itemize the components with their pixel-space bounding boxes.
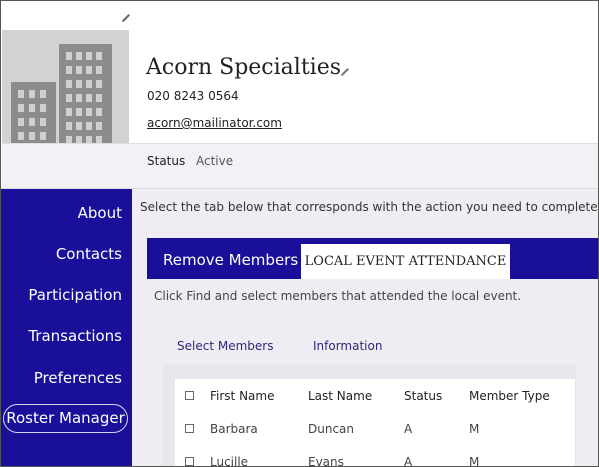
- cell-status: A: [404, 422, 413, 436]
- sidebar-item-transactions[interactable]: Transactions: [28, 327, 122, 345]
- sidebar-item-preferences[interactable]: Preferences: [34, 369, 122, 387]
- tab-bar: Remove Members LOCAL EVENT ATTENDANCE: [147, 238, 599, 279]
- cell-status: A: [404, 455, 413, 467]
- sidebar-item-roster-manager[interactable]: Roster Manager: [3, 404, 128, 433]
- subtab-information[interactable]: Information: [313, 339, 382, 353]
- status-bar: Status Active: [2, 143, 599, 189]
- sidebar: About Contacts Participation Transaction…: [1, 189, 132, 466]
- org-name: Acorn Specialties: [146, 55, 342, 80]
- select-all-checkbox[interactable]: [185, 391, 194, 400]
- pencil-icon[interactable]: [120, 12, 132, 24]
- sidebar-item-about[interactable]: About: [78, 204, 122, 222]
- row-checkbox[interactable]: [185, 457, 194, 466]
- sidebar-item-contacts[interactable]: Contacts: [56, 245, 122, 263]
- column-header-first-name[interactable]: First Name: [210, 389, 274, 403]
- cell-member-type: M: [469, 422, 480, 436]
- column-header-member-type[interactable]: Member Type: [469, 389, 550, 403]
- column-header-last-name[interactable]: Last Name: [308, 389, 372, 403]
- members-table-container: First Name Last Name Status Member Type …: [163, 364, 576, 467]
- cell-member-type: M: [469, 455, 480, 467]
- row-checkbox[interactable]: [185, 424, 194, 433]
- status-value: Active: [196, 154, 234, 168]
- subtab-select-members[interactable]: Select Members: [177, 339, 273, 353]
- cell-last-name: Duncan: [308, 422, 355, 436]
- org-header: Acorn Specialties 020 8243 0564 acorn@ma…: [1, 1, 599, 189]
- org-email-link[interactable]: acorn@mailinator.com: [147, 116, 282, 130]
- tab-panel: Click Find and select members that atten…: [147, 279, 599, 467]
- org-phone: 020 8243 0564: [147, 89, 239, 103]
- column-header-status[interactable]: Status: [404, 389, 442, 403]
- cell-last-name: Evans: [308, 455, 344, 467]
- org-photo: [2, 30, 129, 160]
- sidebar-item-participation[interactable]: Participation: [28, 286, 122, 304]
- building-icon: [11, 44, 112, 160]
- tab-remove-members[interactable]: Remove Members: [163, 251, 298, 269]
- cell-first-name: Lucille: [210, 455, 249, 467]
- members-table: First Name Last Name Status Member Type …: [175, 379, 575, 467]
- tab-local-event-attendance[interactable]: LOCAL EVENT ATTENDANCE: [301, 244, 510, 279]
- status-label: Status: [147, 154, 186, 168]
- panel-instruction: Click Find and select members that atten…: [154, 289, 522, 303]
- cell-first-name: Barbara: [210, 422, 258, 436]
- instruction-text: Select the tab below that corresponds wi…: [140, 200, 598, 214]
- pencil-icon[interactable]: [339, 66, 351, 78]
